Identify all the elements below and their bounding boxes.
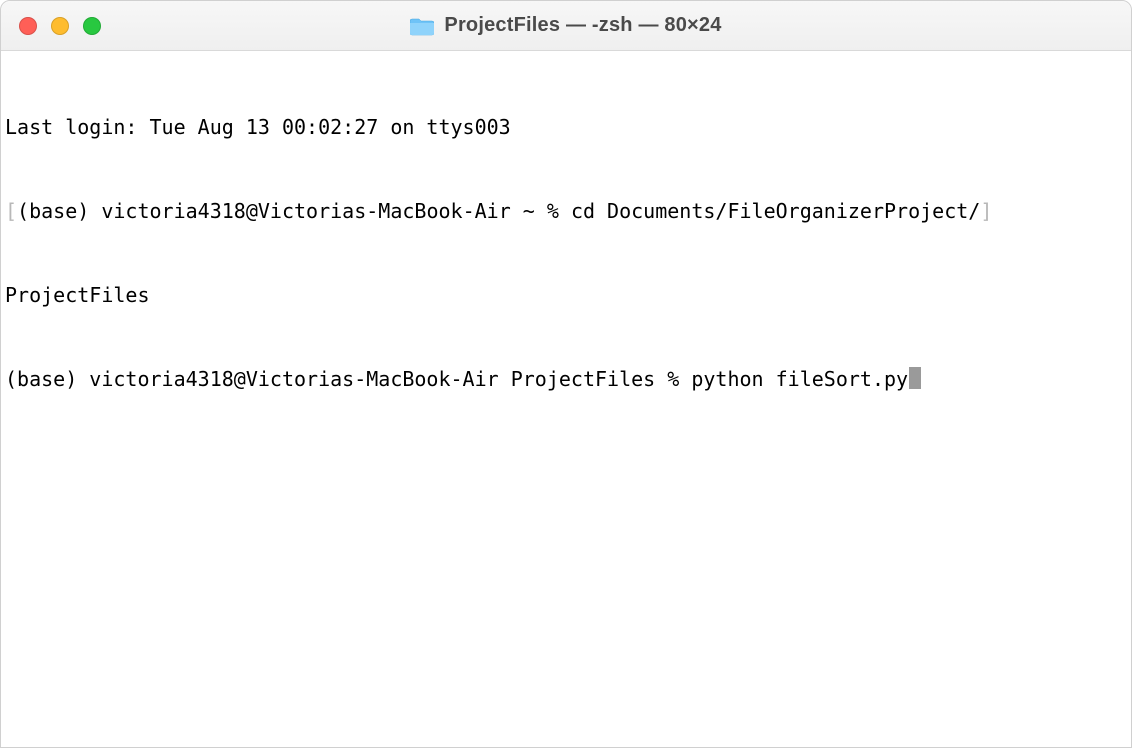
line-wrap-left-glyph: [ <box>5 199 17 223</box>
command-1: cd Documents/FileOrganizerProject/ <box>571 199 980 223</box>
prompt-line-1: [(base) victoria4318@Victorias-MacBook-A… <box>5 197 1127 225</box>
terminal-area[interactable]: Last login: Tue Aug 13 00:02:27 on ttys0… <box>1 51 1131 747</box>
title-wrap: ProjectFiles — -zsh — 80×24 <box>1 14 1131 37</box>
prompt-2: (base) victoria4318@Victorias-MacBook-Ai… <box>5 367 691 391</box>
command-2: python fileSort.py <box>691 367 908 391</box>
window-title: ProjectFiles — -zsh — 80×24 <box>444 14 721 37</box>
prompt-line-2: (base) victoria4318@Victorias-MacBook-Ai… <box>5 365 1127 393</box>
minimize-button[interactable] <box>51 17 69 35</box>
terminal-window: ProjectFiles — -zsh — 80×24 Last login: … <box>0 0 1132 748</box>
line-wrap-right-glyph: ] <box>980 199 992 223</box>
last-login-line: Last login: Tue Aug 13 00:02:27 on ttys0… <box>5 113 1127 141</box>
prompt-1: (base) victoria4318@Victorias-MacBook-Ai… <box>17 199 571 223</box>
cursor <box>909 367 921 389</box>
maximize-button[interactable] <box>83 17 101 35</box>
folder-icon <box>410 16 434 36</box>
traffic-lights <box>1 17 101 35</box>
command-1-wrap: ProjectFiles <box>5 281 1127 309</box>
titlebar[interactable]: ProjectFiles — -zsh — 80×24 <box>1 1 1131 51</box>
close-button[interactable] <box>19 17 37 35</box>
